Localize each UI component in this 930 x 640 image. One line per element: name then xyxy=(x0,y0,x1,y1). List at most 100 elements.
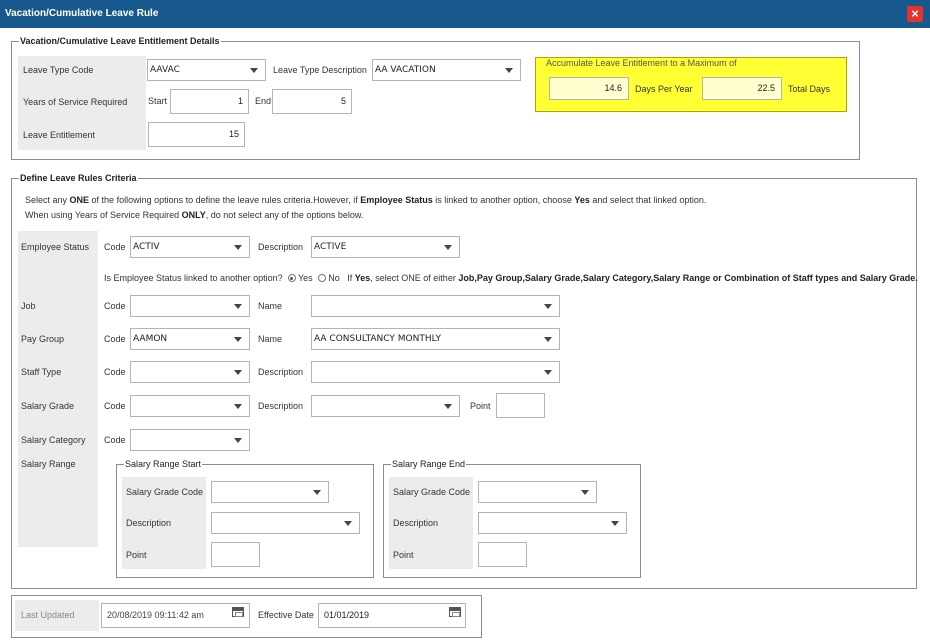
employee-status-code-select[interactable]: ACTIV xyxy=(130,236,250,258)
last-updated-input: 20/08/2019 09:11:42 am xyxy=(101,603,250,628)
leave-entitlement-input[interactable]: 15 xyxy=(148,122,245,147)
window-titlebar: Vacation/Cumulative Leave Rule × xyxy=(0,0,930,28)
days-per-year-label: Days Per Year xyxy=(635,84,693,94)
linked-question-row: Is Employee Status linked to another opt… xyxy=(104,273,918,283)
salary-grade-description-select[interactable] xyxy=(311,395,460,417)
chevron-down-icon xyxy=(344,521,352,526)
staff-type-code-label: Code xyxy=(104,367,126,377)
range-start-point-label: Point xyxy=(126,550,147,560)
last-updated-label: Last Updated xyxy=(21,610,75,620)
pay-group-name-value: AA CONSULTANCY MONTHLY xyxy=(314,334,441,344)
salary-grade-description-label: Description xyxy=(258,401,304,411)
range-start-point-input[interactable] xyxy=(211,542,260,567)
staff-type-label: Staff Type xyxy=(21,367,62,377)
chevron-down-icon xyxy=(234,438,242,443)
chevron-down-icon xyxy=(234,404,242,409)
total-days-input[interactable]: 22.5 xyxy=(702,77,782,100)
employee-status-description-label: Description xyxy=(258,242,304,252)
chevron-down-icon xyxy=(544,337,552,342)
employee-status-description-select[interactable]: ACTIVE xyxy=(311,236,460,258)
job-code-label: Code xyxy=(104,301,126,311)
pay-group-label: Pay Group xyxy=(21,334,65,344)
range-end-description-select[interactable] xyxy=(478,512,627,534)
leave-type-description-select[interactable]: AA VACATION xyxy=(372,59,521,81)
range-end-point-label: Point xyxy=(393,550,414,560)
calendar-icon xyxy=(232,607,244,617)
leave-type-code-select[interactable]: AAVAC xyxy=(147,59,266,81)
chevron-down-icon xyxy=(544,304,552,309)
criteria-legend: Define Leave Rules Criteria xyxy=(20,173,137,183)
salary-category-code-label: Code xyxy=(104,435,126,445)
chevron-down-icon xyxy=(581,490,589,495)
chevron-down-icon xyxy=(505,68,513,73)
range-end-grade-code-select[interactable] xyxy=(478,481,597,503)
last-updated-value: 20/08/2019 09:11:42 am xyxy=(107,610,204,620)
instruction-line-1: Select any ONE of the following options … xyxy=(25,195,707,205)
calendar-icon[interactable] xyxy=(449,607,461,617)
chevron-down-icon xyxy=(544,370,552,375)
accumulate-legend: Accumulate Leave Entitlement to a Maximu… xyxy=(546,58,737,68)
chevron-down-icon xyxy=(444,245,452,250)
pay-group-name-label: Name xyxy=(258,334,283,344)
total-days-label: Total Days xyxy=(788,84,831,94)
window-title: Vacation/Cumulative Leave Rule xyxy=(5,8,159,19)
years-of-service-label: Years of Service Required xyxy=(23,97,128,107)
pay-group-code-value: AAMON xyxy=(133,334,168,344)
salary-category-code-select[interactable] xyxy=(130,429,250,451)
accumulate-box: Accumulate Leave Entitlement to a Maximu… xyxy=(535,57,847,112)
effective-date-value: 01/01/2019 xyxy=(324,610,370,620)
chevron-down-icon xyxy=(234,337,242,342)
start-label: Start xyxy=(148,96,168,106)
end-input[interactable]: 5 xyxy=(272,89,352,114)
salary-grade-point-input[interactable] xyxy=(496,393,545,418)
salary-category-label: Salary Category xyxy=(21,435,86,445)
job-name-select[interactable] xyxy=(311,295,560,317)
effective-date-label: Effective Date xyxy=(258,610,314,620)
effective-date-input[interactable]: 01/01/2019 xyxy=(318,603,466,628)
linked-question-text: Is Employee Status linked to another opt… xyxy=(104,273,283,283)
leave-type-code-label: Leave Type Code xyxy=(23,65,94,75)
salary-range-end-legend: Salary Range End xyxy=(392,459,466,469)
pay-group-code-select[interactable]: AAMON xyxy=(130,328,250,350)
range-start-grade-code-label: Salary Grade Code xyxy=(126,487,204,497)
chevron-down-icon xyxy=(444,404,452,409)
range-start-description-label: Description xyxy=(126,518,172,528)
chevron-down-icon xyxy=(313,490,321,495)
employee-status-description-value: ACTIVE xyxy=(314,242,347,252)
salary-grade-code-select[interactable] xyxy=(130,395,250,417)
entitlement-legend: Vacation/Cumulative Leave Entitlement De… xyxy=(20,36,220,46)
staff-type-description-label: Description xyxy=(258,367,304,377)
days-per-year-input[interactable]: 14.6 xyxy=(549,77,629,100)
job-label: Job xyxy=(21,301,36,311)
salary-grade-code-label: Code xyxy=(104,401,126,411)
range-end-description-label: Description xyxy=(393,518,439,528)
chevron-down-icon xyxy=(234,304,242,309)
range-start-grade-code-select[interactable] xyxy=(211,481,329,503)
leave-type-description-label: Leave Type Description xyxy=(273,65,367,75)
salary-range-label: Salary Range xyxy=(21,459,76,469)
job-name-label: Name xyxy=(258,301,283,311)
chevron-down-icon xyxy=(611,521,619,526)
salary-grade-point-label: Point xyxy=(470,401,491,411)
job-code-select[interactable] xyxy=(130,295,250,317)
chevron-down-icon xyxy=(250,68,258,73)
close-icon[interactable]: × xyxy=(907,6,923,22)
end-label: End xyxy=(255,96,272,106)
employee-status-code-value: ACTIV xyxy=(133,242,160,252)
pay-group-name-select[interactable]: AA CONSULTANCY MONTHLY xyxy=(311,328,560,350)
start-input[interactable]: 1 xyxy=(170,89,249,114)
employee-status-label: Employee Status xyxy=(21,242,90,252)
staff-type-description-select[interactable] xyxy=(311,361,560,383)
criteria-label-column xyxy=(18,231,98,547)
range-start-description-select[interactable] xyxy=(211,512,360,534)
salary-grade-label: Salary Grade xyxy=(21,401,75,411)
chevron-down-icon xyxy=(234,370,242,375)
no-radio[interactable] xyxy=(317,274,326,282)
chevron-down-icon xyxy=(234,245,242,250)
range-end-point-input[interactable] xyxy=(478,542,527,567)
yes-radio-label: Yes xyxy=(297,273,313,283)
yes-radio[interactable] xyxy=(287,274,296,282)
staff-type-code-select[interactable] xyxy=(130,361,250,383)
pay-group-code-label: Code xyxy=(104,334,126,344)
range-end-grade-code-label: Salary Grade Code xyxy=(393,487,471,497)
